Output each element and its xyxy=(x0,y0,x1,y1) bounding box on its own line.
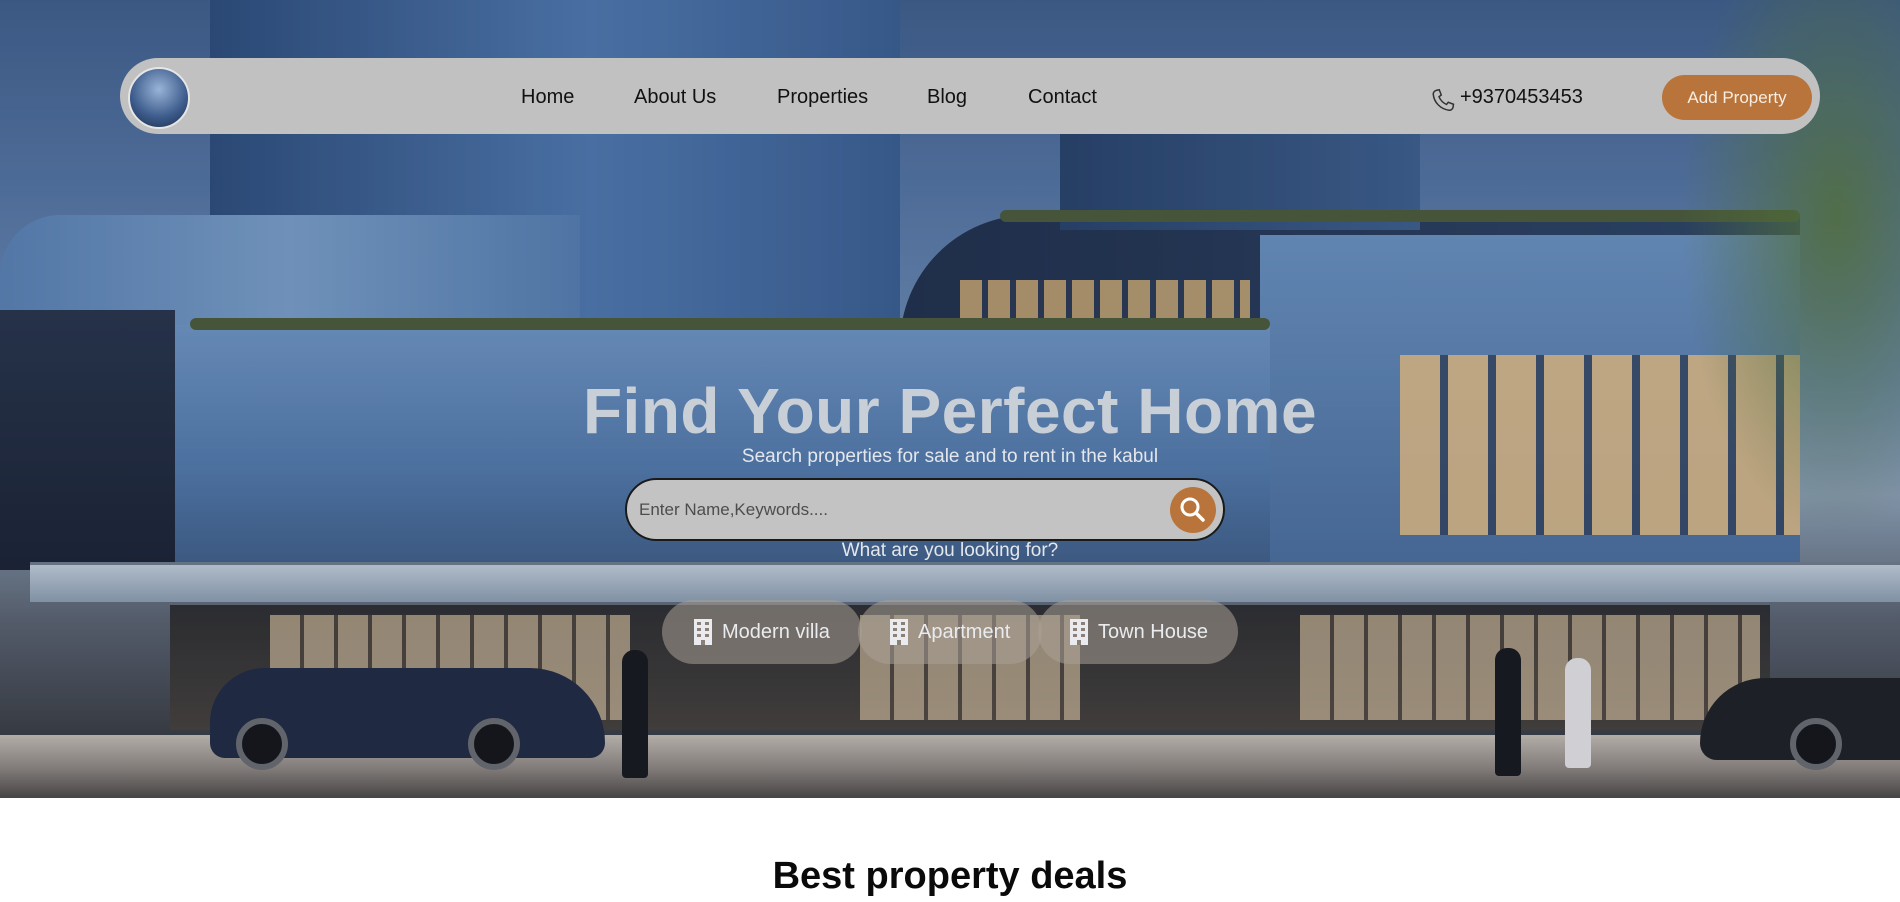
hero-title: Find Your Perfect Home xyxy=(582,375,1318,447)
hero-subtitle: Search properties for sale and to rent i… xyxy=(741,446,1159,467)
search-box xyxy=(625,478,1225,541)
nav-link-blog[interactable]: Blog xyxy=(927,86,967,109)
add-property-button[interactable]: Add Property xyxy=(1662,75,1812,120)
search-input[interactable] xyxy=(639,494,1139,526)
category-label: Apartment xyxy=(918,620,1011,643)
category-chip-town-house[interactable]: Town House xyxy=(1038,600,1238,664)
category-prompt: What are you looking for? xyxy=(841,540,1059,561)
category-label: Modern villa xyxy=(722,620,830,643)
category-label: Town House xyxy=(1098,620,1209,643)
search-button[interactable] xyxy=(1170,487,1216,533)
nav-link-properties[interactable]: Properties xyxy=(777,86,868,109)
building-icon xyxy=(694,619,712,645)
category-chip-modern-villa[interactable]: Modern villa xyxy=(662,600,862,664)
building-icon xyxy=(1070,619,1088,645)
category-chip-apartment[interactable]: Apartment xyxy=(858,600,1042,664)
building-logo-icon[interactable] xyxy=(128,67,190,129)
nav-link-contact[interactable]: Contact xyxy=(1028,86,1097,109)
phone-icon xyxy=(1432,88,1455,112)
section-title: Best property deals xyxy=(772,855,1128,897)
search-icon xyxy=(1180,497,1205,522)
nav-link-home[interactable]: Home xyxy=(521,86,574,109)
nav-link-about-us[interactable]: About Us xyxy=(634,86,716,109)
phone-number[interactable]: +9370453453 xyxy=(1460,86,1583,109)
building-icon xyxy=(890,619,908,645)
